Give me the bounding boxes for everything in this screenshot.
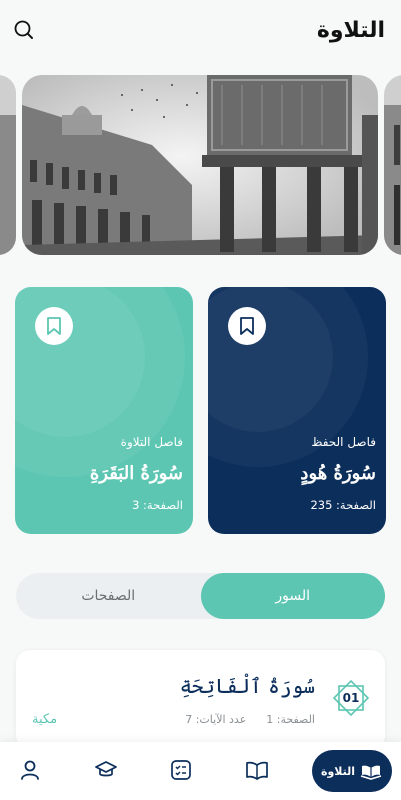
app-header: التلاوة bbox=[0, 0, 401, 60]
tab-pages[interactable]: الصفحات bbox=[16, 573, 201, 619]
carousel-slide-left[interactable] bbox=[0, 75, 16, 255]
view-tabs: الصفحات السور bbox=[16, 573, 385, 619]
bookmark-surah-name: سُورَةُ هُودٍ bbox=[300, 463, 376, 484]
carousel-slide-main[interactable] bbox=[22, 75, 378, 255]
bookmark-icon[interactable] bbox=[228, 307, 266, 345]
bookmark-page: الصفحة: 3 bbox=[132, 498, 183, 512]
bookmark-surah-name: سُورَةُ البَقَرَةِ bbox=[89, 463, 183, 484]
memorization-bookmark-card[interactable]: فاصل الحفظ سُورَةُ هُودٍ الصفحة: 235 bbox=[208, 287, 386, 534]
bookmark-label: فاصل الحفظ bbox=[311, 435, 376, 449]
bookmark-label: فاصل التلاوة bbox=[120, 435, 183, 449]
carousel-slide-right[interactable] bbox=[384, 75, 401, 255]
surah-number-badge: 01 bbox=[331, 678, 371, 718]
surah-list-item[interactable]: 01 سُورَةُ ٱلْفَاتِحَةِ الصفحة: 1 عدد ال… bbox=[16, 650, 385, 750]
image-carousel[interactable] bbox=[0, 72, 401, 257]
page-title: التلاوة bbox=[316, 17, 385, 43]
book-icon[interactable] bbox=[244, 757, 270, 783]
quran-icon bbox=[360, 765, 382, 780]
bottom-navigation: التلاوة bbox=[0, 742, 401, 800]
surah-revelation-type: مكية bbox=[32, 712, 58, 727]
checklist-icon[interactable] bbox=[168, 757, 194, 783]
nav-recitation-label: التلاوة bbox=[320, 764, 356, 778]
search-icon[interactable] bbox=[12, 18, 36, 42]
bookmark-page: الصفحة: 235 bbox=[310, 498, 376, 512]
tab-surahs[interactable]: السور bbox=[200, 573, 385, 619]
surah-number: 01 bbox=[342, 691, 360, 705]
surah-page: الصفحة: 1 bbox=[266, 713, 315, 726]
profile-icon[interactable] bbox=[17, 757, 43, 783]
surah-name: سُورَةُ ٱلْفَاتِحَةِ bbox=[179, 674, 315, 698]
recitation-bookmark-card[interactable]: فاصل التلاوة سُورَةُ البَقَرَةِ الصفحة: … bbox=[15, 287, 193, 534]
surah-ayat-count: عدد الآيات: 7 bbox=[185, 713, 247, 726]
graduation-cap-icon[interactable] bbox=[93, 757, 119, 783]
bookmark-icon[interactable] bbox=[35, 307, 73, 345]
nav-recitation-active[interactable]: التلاوة bbox=[312, 750, 392, 792]
